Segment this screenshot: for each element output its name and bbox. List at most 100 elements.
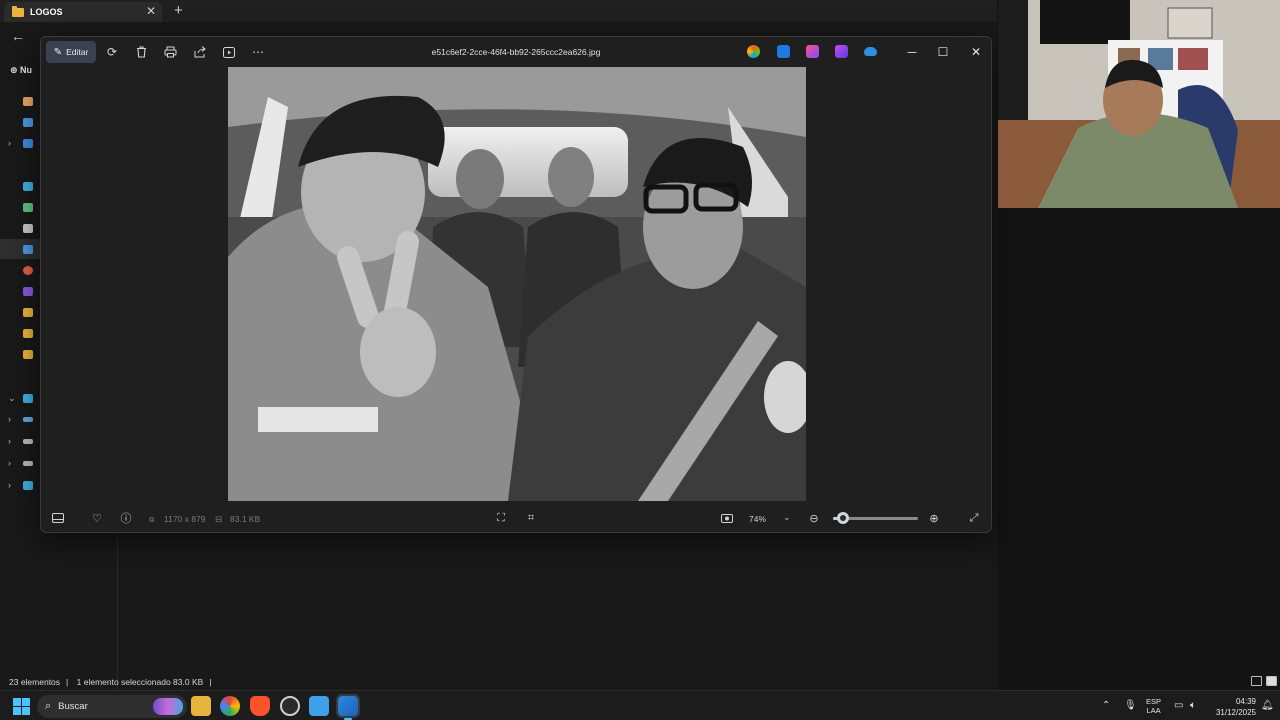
explorer-tab[interactable]: LOGOS ✕ — [4, 2, 162, 22]
slideshow-icon[interactable] — [220, 43, 238, 61]
maximize-button[interactable]: ☐ — [933, 43, 953, 61]
edit-button[interactable]: ✎ Editar — [46, 41, 96, 63]
zoom-in-icon[interactable]: ⊕ — [926, 510, 942, 526]
obs-taskbar-icon[interactable] — [280, 696, 300, 716]
folder-icon — [23, 307, 33, 317]
nav-item-music[interactable] — [0, 260, 40, 280]
edit-label: Editar — [66, 47, 89, 57]
search-highlight-image — [153, 698, 183, 715]
zoom-slider-thumb[interactable] — [837, 512, 850, 524]
folder-icon — [23, 349, 33, 359]
webcam-feed — [998, 0, 1280, 208]
nav-item-downloads[interactable] — [0, 197, 40, 217]
nav-item-desktop[interactable] — [0, 176, 40, 196]
photo-content — [228, 67, 806, 501]
desktop-icon — [23, 181, 33, 191]
back-arrow-icon[interactable]: ← — [11, 28, 25, 44]
download-icon — [23, 202, 33, 212]
taskbar: ⌕ Buscar ⌃ 🎙︎ ESP LAA ▭ 🔈︎ 04:39 31/12/2… — [0, 690, 1280, 720]
info-icon[interactable]: ⓘ — [118, 510, 134, 526]
nav-item-drive-d[interactable]: › — [0, 431, 40, 451]
edit-pen-icon: ✎ — [53, 46, 63, 58]
nav-item-network[interactable]: › — [0, 475, 40, 495]
delete-icon[interactable] — [132, 43, 150, 61]
photos-bottom-bar: ♡ ⓘ ⧈ 1170 x 879 ⊟ 83.1 KB ⛶ ⌗ 74% ⌄ ⊖ ⊕… — [41, 504, 991, 532]
file-explorer-taskbar-icon[interactable] — [191, 696, 211, 716]
drive-icon — [23, 438, 33, 444]
notification-bell-icon[interactable]: 🔔︎ — [1261, 700, 1274, 711]
drive-icon — [23, 460, 33, 466]
visual-search-icon[interactable]: ⛶ — [493, 510, 509, 526]
tiles-view-icon[interactable] — [1266, 676, 1277, 686]
trash-glyph — [136, 46, 146, 58]
nav-item-drive-e[interactable]: › — [0, 453, 40, 473]
clock[interactable]: 04:39 31/12/2025 — [1210, 696, 1256, 718]
zoom-out-icon[interactable]: ⊖ — [806, 510, 822, 526]
chevron-right-icon: › — [8, 138, 11, 148]
network-icon[interactable]: ▭ — [1174, 700, 1183, 711]
copilot-icon[interactable] — [747, 45, 760, 58]
nav-item-this-pc[interactable]: ⌄ — [0, 388, 40, 408]
nav-item-onedrive[interactable]: › — [0, 133, 40, 153]
file-size: 83.1 KB — [230, 514, 261, 524]
nav-item-home[interactable] — [0, 91, 40, 111]
nav-item-folder-2[interactable] — [0, 323, 40, 343]
photos-toolbar: ✎ Editar ⟳ ⋯ e51c6ef2-2cce-46f4-bb92-265… — [41, 37, 991, 67]
clock-time: 04:39 — [1235, 697, 1256, 706]
chrome-taskbar-icon[interactable] — [220, 696, 240, 716]
taskbar-search[interactable]: ⌕ Buscar — [37, 695, 187, 718]
nav-item-documents[interactable] — [0, 218, 40, 238]
minimize-button[interactable]: ─ — [902, 43, 922, 61]
new-item-button[interactable]: ⊕ Nu — [10, 65, 32, 76]
onedrive-icon[interactable] — [864, 47, 877, 56]
video-icon — [23, 286, 33, 296]
chevron-down-icon[interactable]: ⌄ — [783, 512, 791, 523]
language-indicator[interactable]: ESP LAA — [1146, 697, 1161, 715]
volume-icon[interactable]: 🔈︎ — [1190, 700, 1196, 711]
zoom-level[interactable]: 74% — [749, 514, 766, 524]
brave-taskbar-icon[interactable] — [250, 696, 270, 716]
chevron-up-icon[interactable]: ⌃ — [1102, 700, 1110, 711]
nav-item-gallery[interactable] — [0, 112, 40, 132]
nav-item-folder-3[interactable] — [0, 344, 40, 364]
image-dimensions: 1170 x 879 — [164, 514, 206, 524]
dimensions-icon: ⧈ — [149, 514, 155, 524]
text-extract-icon[interactable]: ⌗ — [523, 510, 539, 526]
share-icon[interactable] — [191, 43, 209, 61]
nav-item-folder-1[interactable] — [0, 302, 40, 322]
screenshot-icon[interactable] — [719, 510, 735, 526]
nav-item-videos[interactable] — [0, 281, 40, 301]
photos-taskbar-icon[interactable] — [336, 694, 360, 720]
start-button[interactable] — [13, 698, 30, 715]
nav-item-pictures[interactable] — [0, 239, 40, 259]
view-toggle — [1251, 676, 1277, 686]
new-tab-button[interactable]: + — [174, 2, 183, 19]
print-icon[interactable] — [161, 43, 179, 61]
explorer-tab-title: LOGOS — [30, 7, 63, 17]
folder-icon — [23, 328, 33, 338]
rotate-icon[interactable]: ⟳ — [103, 43, 121, 61]
favorite-heart-icon[interactable]: ♡ — [89, 510, 105, 526]
share-glyph — [194, 46, 206, 58]
pane-divider[interactable] — [117, 530, 118, 690]
filesize-icon: ⊟ — [215, 514, 223, 524]
chevron-right-icon: › — [8, 458, 11, 468]
clipchamp-icon[interactable] — [806, 45, 819, 58]
notepad-taskbar-icon[interactable] — [309, 696, 329, 716]
fullscreen-icon[interactable]: ⤢ — [966, 510, 982, 526]
filmstrip-icon[interactable] — [50, 510, 66, 526]
close-tab-icon[interactable]: ✕ — [146, 4, 156, 18]
create-icon[interactable] — [835, 45, 848, 58]
camera-glyph — [721, 514, 733, 523]
language-code: ESP — [1146, 697, 1162, 706]
designer-icon[interactable] — [777, 45, 790, 58]
close-button[interactable]: ✕ — [966, 43, 986, 61]
nav-item-drive-c[interactable]: › — [0, 409, 40, 429]
microphone-icon[interactable]: 🎙︎ — [1124, 700, 1137, 711]
photo-image[interactable] — [228, 67, 806, 501]
pictures-icon — [23, 244, 33, 254]
computer-icon — [23, 393, 33, 403]
more-options-icon[interactable]: ⋯ — [249, 43, 267, 61]
windows-logo-tile — [22, 707, 30, 715]
details-view-icon[interactable] — [1251, 676, 1262, 686]
